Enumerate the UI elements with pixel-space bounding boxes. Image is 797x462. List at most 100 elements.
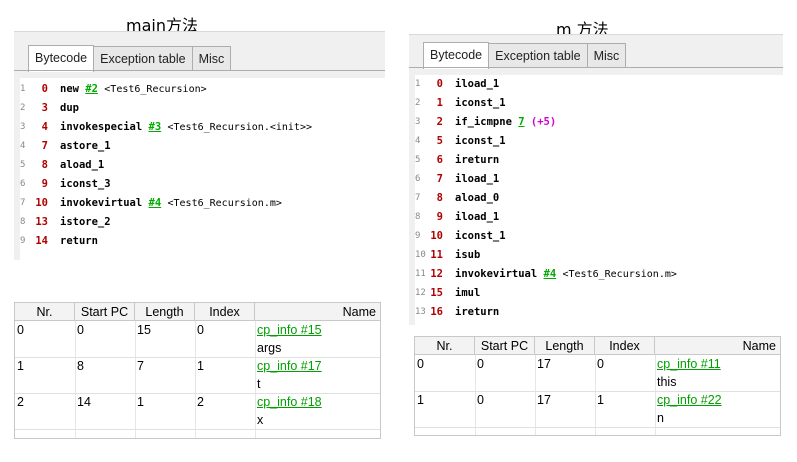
opcode: astore_1	[60, 137, 111, 156]
opcode: iconst_1	[455, 94, 506, 113]
tab-bytecode[interactable]: Bytecode	[28, 45, 95, 72]
right-local-variable-table: Nr. Start PC Length Index Name 0 0 17 0 cp_info #…	[414, 336, 781, 436]
code-line[interactable]: 11 12 invokevirtual #4 <Test6_Recursion.m>	[415, 265, 783, 284]
opcode: new #2 <Test6_Recursion>	[60, 80, 207, 99]
opcode-mnemonic: new	[60, 83, 79, 95]
header-index[interactable]: Index	[595, 337, 655, 355]
code-line[interactable]: 2 3 dup	[20, 99, 385, 118]
code-line[interactable]: 10 11 isub	[415, 246, 783, 265]
code-line[interactable]: 5 8 aload_1	[20, 156, 385, 175]
code-line[interactable]: 8 9 iload_1	[415, 208, 783, 227]
variable-name: this	[657, 375, 677, 389]
code-line[interactable]: 3 2 if_icmpne 7 (+5)	[415, 113, 783, 132]
header-nr[interactable]: Nr.	[15, 303, 75, 321]
opcode-mnemonic: iconst_1	[455, 135, 506, 147]
tab-exception-table[interactable]: Exception table	[93, 46, 193, 71]
opcode-mnemonic: istore_2	[60, 216, 111, 228]
code-line[interactable]: 4 7 astore_1	[20, 137, 385, 156]
header-length[interactable]: Length	[535, 337, 595, 355]
opcode-mnemonic: aload_1	[60, 159, 105, 171]
tab-misc[interactable]: Misc	[586, 43, 627, 68]
code-line[interactable]: 7 10 invokevirtual #4 <Test6_Recursion.m>	[20, 194, 385, 213]
table-row[interactable]: 0 0 17 0 cp_info #11 this	[415, 355, 780, 391]
table-row[interactable]: 2 14 1 2 cp_info #18 x	[15, 393, 380, 429]
pc-offset: 1	[436, 97, 443, 109]
opcode-mnemonic: iconst_1	[455, 97, 506, 109]
opcode: if_icmpne 7 (+5)	[455, 113, 556, 132]
code-line[interactable]: 5 6 ireturn	[415, 151, 783, 170]
code-line[interactable]: 6 7 iload_1	[415, 170, 783, 189]
opcode-mnemonic: iload_1	[455, 173, 500, 185]
header-index[interactable]: Index	[195, 303, 255, 321]
cell-nr: 1	[17, 359, 24, 373]
opcode-mnemonic: imul	[455, 287, 481, 299]
header-nr[interactable]: Nr.	[415, 337, 475, 355]
operand-link[interactable]: #3	[149, 121, 162, 133]
variable-name: n	[657, 411, 664, 425]
right-bytecode-listing: 1 0 iload_1 2 1 iconst_1 3 2 if_icmpne 7 (+5) 4 5 i…	[415, 75, 783, 325]
header-length[interactable]: Length	[135, 303, 195, 321]
operand-comment: <Test6_Recursion.m>	[167, 198, 282, 209]
cell-index: 0	[197, 323, 204, 337]
operand-link[interactable]: #4	[544, 268, 557, 280]
opcode: ireturn	[455, 151, 499, 170]
code-line[interactable]: 6 9 iconst_3	[20, 175, 385, 194]
opcode: aload_1	[60, 156, 104, 175]
pc-offset: 15	[430, 287, 443, 299]
operand-comment: <Test6_Recursion.m>	[562, 269, 677, 280]
code-line[interactable]: 4 5 iconst_1	[415, 132, 783, 151]
cell-start-pc: 0	[77, 323, 84, 337]
left-bytecode-panel: Bytecode Exception table Misc 1 0 new #2 <…	[14, 31, 385, 260]
tab-underline	[409, 67, 783, 68]
code-line[interactable]: 12 15 imul	[415, 284, 783, 303]
cp-info-link[interactable]: cp_info #22	[655, 391, 722, 409]
code-line[interactable]: 1 0 new #2 <Test6_Recursion>	[20, 80, 385, 99]
code-line[interactable]: 1 0 iload_1	[415, 75, 783, 94]
cell-length: 1	[137, 395, 144, 409]
code-line[interactable]: 9 14 return	[20, 232, 385, 251]
header-name[interactable]: Name	[655, 337, 780, 355]
pc-offset: 6	[436, 154, 443, 166]
cp-info-link[interactable]: cp_info #15	[255, 321, 322, 339]
cell-length: 17	[537, 357, 551, 371]
jump-offset: (+5)	[530, 116, 557, 128]
table-row[interactable]: 1 0 17 1 cp_info #22 n	[415, 391, 780, 427]
cp-info-link[interactable]: cp_info #17	[255, 357, 322, 375]
opcode-mnemonic: iload_1	[455, 211, 500, 223]
tab-bytecode[interactable]: Bytecode	[423, 42, 490, 69]
operand-link[interactable]: 7	[518, 116, 524, 128]
tab-exception-table[interactable]: Exception table	[488, 43, 588, 68]
opcode-mnemonic: aload_0	[455, 192, 500, 204]
opcode: isub	[455, 246, 480, 265]
operand-link[interactable]: #4	[149, 197, 162, 209]
left-local-variable-table: Nr. Start PC Length Index Name 0 0 15 0 cp_info #…	[14, 302, 381, 439]
code-line[interactable]: 9 10 iconst_1	[415, 227, 783, 246]
pc-offset: 5	[436, 135, 443, 147]
code-line[interactable]: 3 4 invokespecial #3 <Test6_Recursion.<ini…	[20, 118, 385, 137]
code-line[interactable]: 7 8 aload_0	[415, 189, 783, 208]
pc-offset: 3	[41, 102, 48, 114]
pc-offset: 12	[430, 268, 443, 280]
opcode: ireturn	[455, 303, 499, 322]
pc-offset: 11	[430, 249, 443, 261]
cp-info-link[interactable]: cp_info #18	[255, 393, 322, 411]
table-row[interactable]: 0 0 15 0 cp_info #15 args	[15, 321, 380, 357]
code-line[interactable]: 2 1 iconst_1	[415, 94, 783, 113]
cell-index: 0	[597, 357, 604, 371]
code-line[interactable]: 8 13 istore_2	[20, 213, 385, 232]
cell-start-pc: 14	[77, 395, 91, 409]
cell-length: 17	[537, 393, 551, 407]
cell-index: 1	[197, 359, 204, 373]
opcode: dup	[60, 99, 79, 118]
table-row[interactable]: 1 8 7 1 cp_info #17 t	[15, 357, 380, 393]
row-divider	[15, 429, 380, 430]
header-name[interactable]: Name	[255, 303, 380, 321]
code-line[interactable]: 13 16 ireturn	[415, 303, 783, 322]
row-divider	[415, 427, 780, 428]
cell-start-pc: 0	[477, 357, 484, 371]
operand-link[interactable]: #2	[85, 83, 98, 95]
cp-info-link[interactable]: cp_info #11	[655, 355, 721, 373]
header-start-pc[interactable]: Start PC	[475, 337, 535, 355]
tab-misc[interactable]: Misc	[191, 46, 232, 71]
header-start-pc[interactable]: Start PC	[75, 303, 135, 321]
